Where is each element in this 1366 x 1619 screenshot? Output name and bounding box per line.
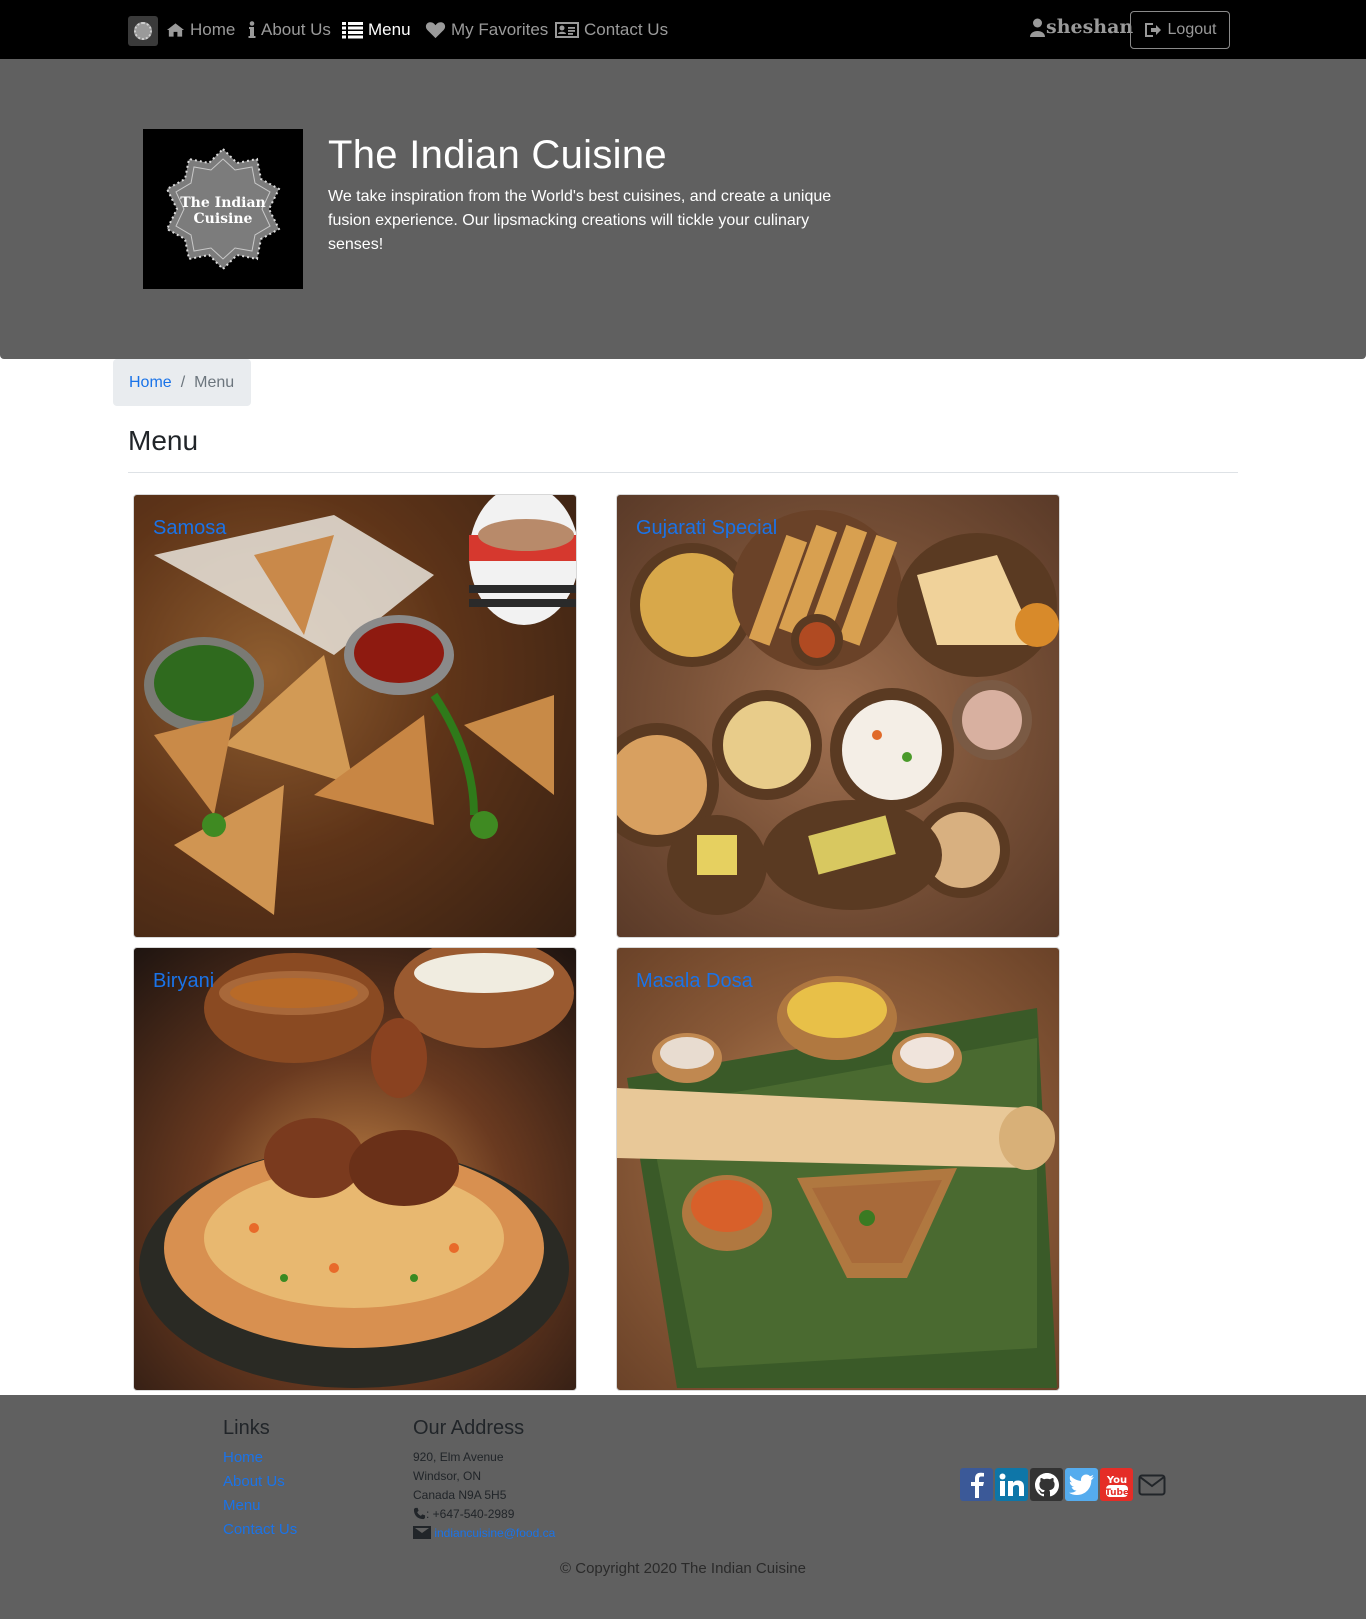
facebook-button[interactable] xyxy=(960,1468,993,1501)
footer-link-menu[interactable]: Menu xyxy=(223,1497,261,1514)
social-links: You Tube xyxy=(960,1468,1168,1501)
page-title: Menu xyxy=(128,425,199,456)
nav-about-label: About Us xyxy=(261,20,331,39)
address-line-2: Windsor, ON xyxy=(413,1469,482,1483)
nav-home[interactable]: Home xyxy=(166,18,235,42)
username: sheshan xyxy=(1046,16,1134,38)
restaurant-logo: The Indian Cuisine xyxy=(143,129,303,289)
dish-title[interactable]: Samosa xyxy=(153,517,226,540)
twitter-button[interactable] xyxy=(1065,1468,1098,1501)
navbar: Home About Us Menu My Favorites Contact … xyxy=(0,0,1366,59)
footer-links-heading: Links xyxy=(223,1417,270,1439)
youtube-icon: You Tube xyxy=(1105,1475,1129,1498)
biryani-image xyxy=(139,948,574,1388)
sign-out-icon xyxy=(1144,23,1161,37)
linkedin-icon xyxy=(999,1473,1024,1496)
github-icon xyxy=(1034,1472,1059,1496)
logo-text-line1: The Indian xyxy=(180,195,265,211)
twitter-icon xyxy=(1068,1474,1094,1495)
nav-about-us[interactable]: About Us xyxy=(248,18,331,42)
phone-number: : +647-540-2989 xyxy=(426,1507,515,1521)
footer-link-contact-us[interactable]: Contact Us xyxy=(223,1521,297,1538)
email-link[interactable]: indiancuisine@food.ca xyxy=(434,1526,555,1540)
address-line-3: Canada N9A 5H5 xyxy=(413,1488,507,1502)
jumbotron: The Indian Cuisine The Indian Cuisine We… xyxy=(0,59,1366,359)
footer-link-about-us[interactable]: About Us xyxy=(223,1473,285,1490)
breadcrumb-separator: / xyxy=(180,373,186,391)
brand-logo[interactable] xyxy=(128,16,158,46)
info-icon xyxy=(248,21,256,38)
dish-title[interactable]: Biryani xyxy=(153,970,214,993)
breadcrumb: Home / Menu xyxy=(113,359,251,406)
samosa-image xyxy=(134,495,576,937)
dish-title[interactable]: Masala Dosa xyxy=(636,970,753,993)
address-line-1: 920, Elm Avenue xyxy=(413,1450,504,1464)
footer-address-heading: Our Address xyxy=(413,1417,525,1439)
footer-link-home[interactable]: Home xyxy=(223,1449,263,1466)
jumbotron-subtitle: We take inspiration from the World's bes… xyxy=(328,188,832,253)
svg-text:Tube: Tube xyxy=(1105,1488,1129,1498)
gujarati-special-image xyxy=(617,510,1059,915)
dish-card-biryani[interactable]: Biryani xyxy=(133,947,577,1391)
title-divider xyxy=(128,472,1238,473)
svg-text:You: You xyxy=(1105,1475,1126,1486)
list-icon xyxy=(342,21,363,38)
github-button[interactable] xyxy=(1030,1468,1063,1501)
address-card-icon xyxy=(555,22,579,38)
home-icon xyxy=(166,23,185,37)
phone-icon xyxy=(413,1507,426,1520)
nav-menu[interactable]: Menu xyxy=(342,18,411,42)
youtube-button[interactable]: You Tube xyxy=(1100,1468,1133,1501)
facebook-icon xyxy=(970,1472,984,1498)
footer: Links Home About Us Menu Contact Us Our … xyxy=(0,1395,1366,1619)
linkedin-button[interactable] xyxy=(995,1468,1028,1501)
envelope-icon xyxy=(413,1526,431,1539)
nav-home-label: Home xyxy=(190,20,236,39)
address-email: indiancuisine@food.ca xyxy=(413,1526,555,1540)
user-icon xyxy=(1030,18,1045,37)
breadcrumb-current: Menu xyxy=(194,373,235,391)
nav-contact-label: Contact Us xyxy=(584,20,669,39)
breadcrumb-home-link[interactable]: Home xyxy=(129,374,172,392)
nav-my-favorites[interactable]: My Favorites xyxy=(425,18,548,42)
logo-text-line2: Cuisine xyxy=(194,211,253,227)
user-profile[interactable]: sheshan xyxy=(1030,16,1133,38)
address-phone: : +647-540-2989 xyxy=(413,1507,514,1521)
dish-card-samosa[interactable]: Samosa xyxy=(133,494,577,938)
nav-menu-label: Menu xyxy=(368,20,411,39)
copyright: © Copyright 2020 The Indian Cuisine xyxy=(560,1560,806,1577)
dish-card-masala-dosa[interactable]: Masala Dosa xyxy=(616,947,1060,1391)
mail-icon xyxy=(1138,1474,1165,1495)
logo-emblem: The Indian Cuisine xyxy=(165,147,281,271)
heart-icon xyxy=(425,22,446,39)
dish-title[interactable]: Gujarati Special xyxy=(636,517,777,540)
dish-card-gujarati-special[interactable]: Gujarati Special xyxy=(616,494,1060,938)
logout-label: Logout xyxy=(1167,21,1217,38)
logout-button[interactable]: Logout xyxy=(1130,11,1230,49)
nav-contact-us[interactable]: Contact Us xyxy=(555,18,668,42)
nav-favorites-label: My Favorites xyxy=(451,20,549,39)
masala-dosa-image xyxy=(617,976,1057,1388)
mail-button[interactable] xyxy=(1135,1468,1168,1501)
jumbotron-title: The Indian Cuisine xyxy=(328,133,667,177)
